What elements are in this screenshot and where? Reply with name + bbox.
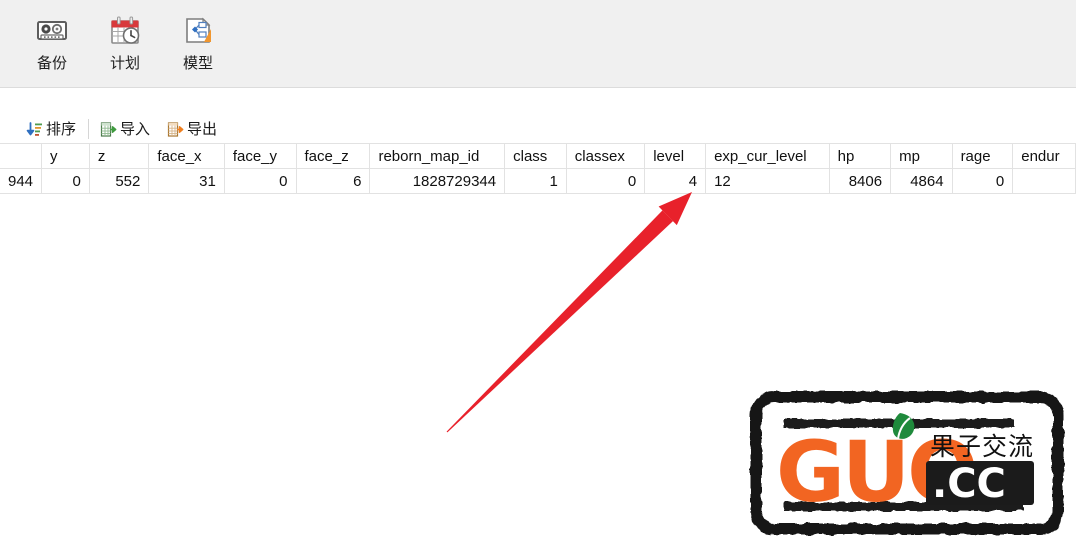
ribbon-button-schedule[interactable]: 计划	[91, 8, 159, 80]
column-header-face_x[interactable]: face_x	[148, 143, 225, 169]
column-header-classex[interactable]: classex	[566, 143, 646, 169]
export-grid-icon	[166, 120, 184, 138]
table-header-row: y z face_x face_y face_z reborn_map_id class cl…	[0, 143, 1076, 169]
column-header-class[interactable]: class	[504, 143, 567, 169]
column-header-rage[interactable]: rage	[952, 143, 1014, 169]
data-grid[interactable]: y z face_x face_y face_z reborn_map_id class cl…	[0, 143, 1076, 194]
toolbar-button-import[interactable]: 导入	[96, 116, 155, 142]
cell-class[interactable]: 1	[504, 168, 567, 194]
tape-backup-icon	[30, 8, 74, 52]
watermark-tld-text: .CC	[932, 461, 1006, 507]
calendar-clock-icon	[103, 8, 147, 52]
ribbon-label-model: 模型	[182, 54, 213, 72]
ribbon-toolbar: 备份 计划 模型	[0, 0, 1076, 88]
cell-classex[interactable]: 0	[566, 168, 646, 194]
model-diagram-icon	[176, 8, 220, 52]
cell-level[interactable]: 4	[644, 168, 707, 194]
cell-reborn_map_id[interactable]: 1828729344	[369, 168, 506, 194]
column-header-exp_cur_level[interactable]: exp_cur_level	[705, 143, 830, 169]
cell-mp[interactable]: 4864	[890, 168, 953, 194]
cell-endur[interactable]	[1012, 168, 1076, 194]
secondary-toolbar: 选 排序	[0, 89, 1076, 143]
column-header-endur[interactable]: endur	[1012, 143, 1076, 169]
column-header-index[interactable]	[0, 143, 43, 169]
column-header-face_y[interactable]: face_y	[224, 143, 297, 169]
cell-face_x[interactable]: 31	[148, 168, 225, 194]
table-header: y z face_x face_y face_z reborn_map_id class cl…	[0, 143, 1076, 169]
watermark-chinese-text: 果子交流	[930, 432, 1034, 461]
column-header-y[interactable]: y	[41, 143, 90, 169]
ribbon-button-backup[interactable]: 备份	[18, 8, 86, 80]
ribbon-button-model[interactable]: 模型	[164, 8, 232, 80]
toolbar-label-export: 导出	[187, 119, 218, 138]
ribbon-label-schedule: 计划	[109, 54, 140, 72]
column-header-reborn_map_id[interactable]: reborn_map_id	[369, 143, 506, 169]
toolbar-label-sort: 排序	[46, 119, 77, 138]
toolbar-button-sort[interactable]: 排序	[22, 116, 81, 142]
column-header-face_z[interactable]: face_z	[296, 143, 371, 169]
sort-descending-icon	[25, 120, 43, 138]
watermark-logo: GUO 果子交流 .CC	[748, 389, 1066, 537]
column-header-z[interactable]: z	[89, 143, 150, 169]
cell-z[interactable]: 552	[89, 168, 150, 194]
column-header-mp[interactable]: mp	[890, 143, 953, 169]
cell-y[interactable]: 0	[41, 168, 90, 194]
ribbon-label-backup: 备份	[36, 54, 67, 72]
cell-index[interactable]: 944	[0, 168, 43, 194]
toolbar-button-export[interactable]: 导出	[163, 116, 222, 142]
cell-face_y[interactable]: 0	[224, 168, 297, 194]
cell-face_z[interactable]: 6	[296, 168, 371, 194]
import-grid-icon	[99, 120, 117, 138]
red-arrow-annotation	[446, 192, 692, 433]
column-header-level[interactable]: level	[644, 143, 707, 169]
cell-exp_cur_level[interactable]: 12	[705, 168, 830, 194]
column-header-hp[interactable]: hp	[829, 143, 892, 169]
cell-hp[interactable]: 8406	[829, 168, 892, 194]
cell-rage[interactable]: 0	[952, 168, 1014, 194]
table-body[interactable]: 944 0 552 31 0 6 1828729344 1 0 4 12 8406 4864 0	[0, 168, 1076, 194]
toolbar-separator	[88, 119, 90, 139]
table-row[interactable]: 944 0 552 31 0 6 1828729344 1 0 4 12 8406 4864 0	[0, 168, 1076, 194]
records-table: y z face_x face_y face_z reborn_map_id class cl…	[0, 143, 1076, 194]
toolbar-label-import: 导入	[120, 119, 151, 138]
